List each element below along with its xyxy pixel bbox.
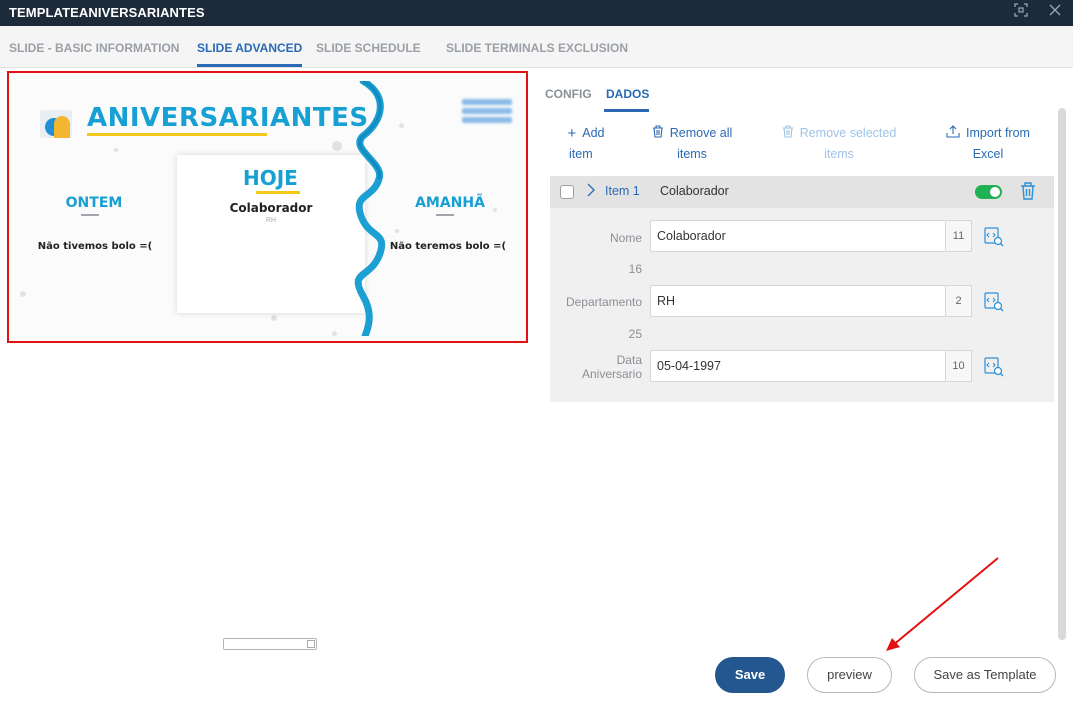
nome-input[interactable] (650, 220, 946, 252)
remove-selected-items-button[interactable]: Remove selected items (774, 123, 904, 164)
ribbon-decoration (354, 81, 386, 336)
departamento-input[interactable] (650, 285, 946, 317)
item-panel: Item 1 Colaborador Nome 11 16 Departamen… (550, 176, 1054, 402)
yesterday-underline (81, 214, 99, 216)
subtab-dados[interactable]: DADOS (606, 87, 649, 101)
field-label-departamento: Departamento (565, 295, 642, 309)
active-tab-indicator (197, 64, 302, 67)
plus-icon: + (567, 125, 577, 142)
item-enabled-toggle[interactable] (975, 185, 1002, 199)
maximize-icon[interactable] (1011, 2, 1031, 22)
annotation-arrow (886, 557, 999, 651)
field-label-data-aniversario: Data Aniversario (581, 353, 642, 381)
yesterday-heading: ONTEM (65, 195, 123, 211)
tab-slide-advanced[interactable]: SLIDE ADVANCED (197, 41, 302, 55)
subtab-config[interactable]: CONFIG (545, 87, 592, 101)
tab-basic-information[interactable]: SLIDE - BASIC INFORMATION (9, 41, 179, 55)
birthday-logo-icon (40, 110, 72, 138)
save-as-template-button[interactable]: Save as Template (914, 657, 1056, 693)
today-name: Colaborador (229, 201, 313, 215)
preview-button[interactable]: preview (807, 657, 892, 693)
slide-preview: ANIVERSARIANTES ONTEM Não tivemos bolo =… (7, 71, 528, 343)
item-select-checkbox[interactable] (560, 185, 574, 199)
trash-icon (652, 124, 664, 144)
item-header: Item 1 Colaborador (550, 176, 1054, 208)
add-item-button[interactable]: + Add item (556, 123, 616, 164)
yesterday-text: Não tivemos bolo =( (37, 241, 153, 252)
close-icon[interactable] (1045, 2, 1065, 22)
variable-search-icon[interactable] (984, 292, 1004, 312)
item-label[interactable]: Item 1 (605, 184, 640, 198)
delete-item-icon[interactable] (1019, 181, 1037, 201)
remove-all-items-button[interactable]: Remove all items (644, 123, 740, 164)
active-subtab-indicator (604, 109, 649, 112)
nome-field-number: 16 (628, 262, 642, 276)
preview-resize-handle[interactable] (223, 638, 317, 650)
variable-search-icon[interactable] (984, 227, 1004, 247)
today-heading: HOJE (243, 166, 298, 190)
tomorrow-text: Não teremos bolo =( (389, 241, 507, 252)
tomorrow-heading: AMANHÃ (415, 195, 485, 211)
item-name: Colaborador (660, 184, 729, 198)
brand-logo (462, 99, 512, 125)
slide-canvas: ANIVERSARIANTES ONTEM Não tivemos bolo =… (9, 73, 526, 341)
data-aniversario-input[interactable] (650, 350, 946, 382)
upload-icon (946, 124, 960, 144)
trash-icon (782, 124, 794, 144)
data-aniversario-char-count: 10 (946, 350, 972, 382)
window-titlebar: TEMPLATEANIVERSARIANTES (0, 0, 1073, 26)
nome-char-count: 11 (946, 220, 972, 252)
departamento-char-count: 2 (946, 285, 972, 317)
today-department: RH (265, 217, 277, 224)
import-from-excel-button[interactable]: Import from Excel (936, 123, 1040, 164)
field-label-nome: Nome (609, 231, 642, 245)
right-panel-scrollbar[interactable] (1058, 108, 1066, 640)
slide-title-underline (87, 133, 267, 136)
chevron-right-icon[interactable] (586, 181, 596, 204)
tab-bar: SLIDE - BASIC INFORMATION SLIDE ADVANCED… (0, 26, 1073, 68)
tomorrow-underline (436, 214, 454, 216)
window-title: TEMPLATEANIVERSARIANTES (9, 5, 205, 20)
tab-slide-schedule[interactable]: SLIDE SCHEDULE (316, 41, 421, 55)
today-underline (256, 191, 300, 194)
slide-title: ANIVERSARIANTES (87, 103, 369, 133)
variable-search-icon[interactable] (984, 357, 1004, 377)
save-button[interactable]: Save (715, 657, 785, 693)
departamento-field-number: 25 (628, 327, 642, 341)
tab-terminals-exclusion[interactable]: SLIDE TERMINALS EXCLUSION (446, 41, 628, 55)
